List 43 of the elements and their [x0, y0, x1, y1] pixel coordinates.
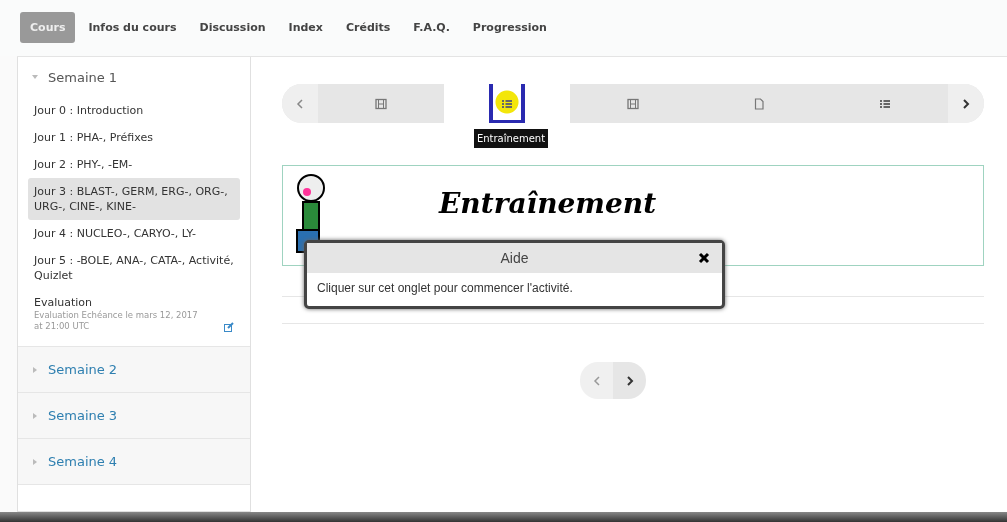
chevron-right-icon	[625, 375, 634, 386]
nav-tab[interactable]: F.A.Q.	[403, 12, 460, 43]
chevron-right-icon	[962, 98, 970, 109]
film-icon	[627, 97, 639, 110]
edit-icon[interactable]	[224, 322, 234, 332]
lesson-link[interactable]: Jour 1 : PHA-, Préfixes	[28, 124, 240, 151]
section-header[interactable]: Semaine 2	[18, 347, 250, 392]
lesson-link[interactable]: Jour 0 : Introduction	[28, 97, 240, 124]
chevron-left-icon	[296, 98, 304, 109]
lesson-link[interactable]: Jour 2 : PHY-, -EM-	[28, 151, 240, 178]
page-icon	[753, 97, 765, 110]
nav-tab[interactable]: Crédits	[335, 12, 401, 43]
nav-tab[interactable]: Progression	[462, 12, 557, 43]
caret-icon	[32, 74, 38, 80]
film-icon	[375, 97, 387, 110]
tooltip: Entraînement	[473, 129, 549, 148]
close-icon	[698, 252, 710, 264]
caret-icon	[32, 458, 38, 465]
lesson-link[interactable]: Jour 3 : BLAST-, GERM, ERG-, ORG-, URG-, CINE-, KINE-	[28, 178, 240, 220]
previous-button[interactable]	[282, 84, 318, 123]
section-header[interactable]: Semaine 1	[18, 57, 250, 97]
next-button[interactable]	[613, 362, 646, 399]
lesson-link[interactable]: Jour 5 : -BOLE, ANA-, CATA-, Activité, Quizlet	[28, 247, 240, 289]
close-button[interactable]	[698, 252, 710, 264]
next-button[interactable]	[948, 84, 984, 123]
section-header[interactable]: Semaine 4	[18, 439, 250, 484]
lesson-link[interactable]: Evaluation	[34, 295, 234, 310]
lesson-link[interactable]: Jour 4 : NUCLEO-, CARYO-, LY-	[28, 220, 240, 247]
list-icon	[501, 97, 513, 110]
section-header[interactable]: Semaine 3	[18, 393, 250, 438]
nav-tab[interactable]: Discussion	[189, 12, 276, 43]
nav-tab[interactable]: Index	[278, 12, 333, 43]
dialog-title: Aide	[500, 250, 529, 266]
chevron-left-icon	[592, 375, 601, 386]
nav-tab[interactable]: Infos du cours	[78, 12, 187, 43]
due-date-text: Evaluation Echéance le mars 12, 2017 at 21:00 UTC	[34, 310, 199, 332]
caret-icon	[32, 366, 38, 373]
dialog-message: Cliquer sur cet onglet pour commencer l'activité.	[316, 280, 574, 297]
list-icon	[879, 97, 891, 110]
highlight-frame	[489, 84, 525, 123]
caret-icon	[32, 412, 38, 419]
unit-title: Entraînement	[439, 187, 657, 220]
previous-button[interactable]	[580, 362, 613, 399]
